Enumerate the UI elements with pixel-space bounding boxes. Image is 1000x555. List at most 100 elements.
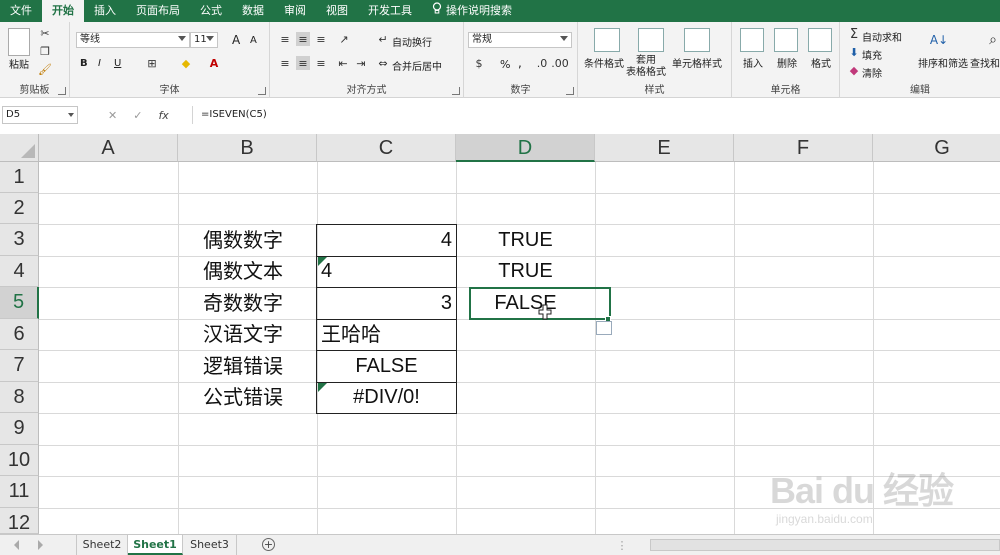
tab-formulas[interactable]: 公式 [190,0,232,22]
align-middle-icon[interactable]: ≡ [296,32,310,46]
row-header-7[interactable]: 7 [0,350,39,382]
row-header-8[interactable]: 8 [0,382,39,413]
scroll-right-icon[interactable] [38,540,43,550]
decrease-indent-icon[interactable]: ⇤ [336,56,350,70]
cell-c8[interactable]: #DIV/0! [317,382,456,413]
column-header-c[interactable]: C [317,134,456,162]
row-header-11[interactable]: 11 [0,476,39,508]
scroll-left-icon[interactable] [14,540,19,550]
quick-analysis-icon[interactable] [596,321,612,335]
increase-decimal-icon[interactable]: .0 [534,56,550,70]
cell-b6[interactable]: 汉语文字 [203,319,283,350]
horizontal-scrollbar[interactable] [650,539,1000,551]
cancel-icon[interactable]: ✕ [108,109,117,122]
cell-b8[interactable]: 公式错误 [203,382,283,413]
font-size-select[interactable]: 11 [190,32,218,48]
find-select-icon[interactable]: ⌕ [982,28,1000,52]
format-as-table-button[interactable]: 套用 表格格式 [626,55,666,79]
alignment-launcher-icon[interactable] [452,87,460,95]
align-left-icon[interactable]: ≡ [278,56,292,70]
cell-b5[interactable]: 奇数数字 [203,288,283,319]
tab-review[interactable]: 审阅 [274,0,316,22]
font-color-icon[interactable]: A [206,56,222,70]
row-header-3[interactable]: 3 [0,224,39,256]
column-header-b[interactable]: B [178,134,317,162]
tab-home[interactable]: 开始 [42,0,84,22]
comma-button[interactable]: , [518,56,522,70]
number-format-select[interactable]: 常规 [468,32,572,48]
row-header-9[interactable]: 9 [0,413,39,445]
format-painter-icon[interactable]: 🖌 [38,62,52,76]
bold-button[interactable]: B [80,58,88,69]
column-header-f[interactable]: F [734,134,873,162]
name-box[interactable]: D5 [2,106,78,124]
row-header-12[interactable]: 12 [0,508,39,534]
insert-cells-button[interactable]: 插入 [743,55,763,70]
cell-c5[interactable]: 3 [319,288,452,319]
number-launcher-icon[interactable] [566,87,574,95]
sort-filter-icon[interactable]: A↓ [928,28,950,52]
cell-d3[interactable]: TRUE [456,225,595,256]
column-header-a[interactable]: A [39,134,178,162]
cut-icon[interactable]: ✂ [38,26,52,40]
delete-cells-button[interactable]: 删除 [777,55,797,70]
cell-b4[interactable]: 偶数文本 [203,256,283,287]
italic-button[interactable]: I [98,58,101,69]
shrink-font-button[interactable]: A [250,35,257,46]
tab-data[interactable]: 数据 [232,0,274,22]
tab-insert[interactable]: 插入 [84,0,126,22]
conditional-format-button[interactable]: 条件格式 [584,55,624,70]
row-header-4[interactable]: 4 [0,256,39,287]
fill-button[interactable]: 填充 [862,47,882,62]
paste-label[interactable]: 粘贴 [9,56,29,71]
add-sheet-icon[interactable]: + [262,538,275,551]
clear-button[interactable]: 清除 [862,65,882,80]
formula-input[interactable]: =ISEVEN(C5) [192,106,1000,124]
row-header-5[interactable]: 5 [0,287,39,319]
column-header-d[interactable]: D [456,134,595,162]
cell-c3[interactable]: 4 [319,225,452,256]
align-center-icon[interactable]: ≡ [296,56,310,70]
row-header-2[interactable]: 2 [0,193,39,224]
font-name-select[interactable]: 等线 [76,32,190,48]
delete-cells-icon[interactable] [774,28,798,52]
tab-file[interactable]: 文件 [0,0,42,22]
format-cells-icon[interactable] [808,28,832,52]
border-icon[interactable]: ⊞ [144,56,160,70]
cell-b3[interactable]: 偶数数字 [203,225,283,256]
paste-icon[interactable] [8,28,30,56]
wrap-text-button[interactable]: 自动换行 [392,34,432,49]
more-options-icon[interactable]: ⋮ [617,538,628,552]
clipboard-launcher-icon[interactable] [58,87,66,95]
cell-c4[interactable]: 4 [321,256,332,287]
accounting-format-icon[interactable]: $ [470,56,488,70]
sort-filter-button[interactable]: 排序和筛选 [918,55,968,70]
format-cells-button[interactable]: 格式 [811,55,831,70]
column-header-e[interactable]: E [595,134,734,162]
font-launcher-icon[interactable] [258,87,266,95]
cell-c6[interactable]: 王哈哈 [321,319,381,350]
sheet-tab-sheet2[interactable]: Sheet2 [76,535,128,555]
merge-center-button[interactable]: 合并后居中 [392,58,442,73]
conditional-format-icon[interactable] [594,28,620,52]
copy-icon[interactable]: ❐ [38,44,52,58]
select-all-button[interactable] [0,134,39,162]
row-header-10[interactable]: 10 [0,445,39,476]
increase-indent-icon[interactable]: ⇥ [354,56,368,70]
sheet-tab-sheet3[interactable]: Sheet3 [183,535,237,555]
find-select-button[interactable]: 查找和 [970,55,1000,70]
underline-button[interactable]: U [114,58,121,69]
cell-c7[interactable]: FALSE [317,351,456,382]
grow-font-button[interactable]: A [232,33,240,47]
decrease-decimal-icon[interactable]: .00 [551,56,569,70]
align-bottom-icon[interactable]: ≡ [314,32,328,46]
tab-view[interactable]: 视图 [316,0,358,22]
cell-styles-button[interactable]: 单元格样式 [672,55,722,70]
row-header-6[interactable]: 6 [0,319,39,350]
row-header-1[interactable]: 1 [0,162,39,193]
format-as-table-icon[interactable] [638,28,664,52]
percent-button[interactable]: % [500,58,510,71]
worksheet-grid[interactable]: A B C D E F G 1 2 3 4 5 6 7 8 9 10 11 12… [0,134,1000,534]
enter-icon[interactable]: ✓ [133,109,142,122]
orientation-icon[interactable]: ↗ [336,32,352,46]
